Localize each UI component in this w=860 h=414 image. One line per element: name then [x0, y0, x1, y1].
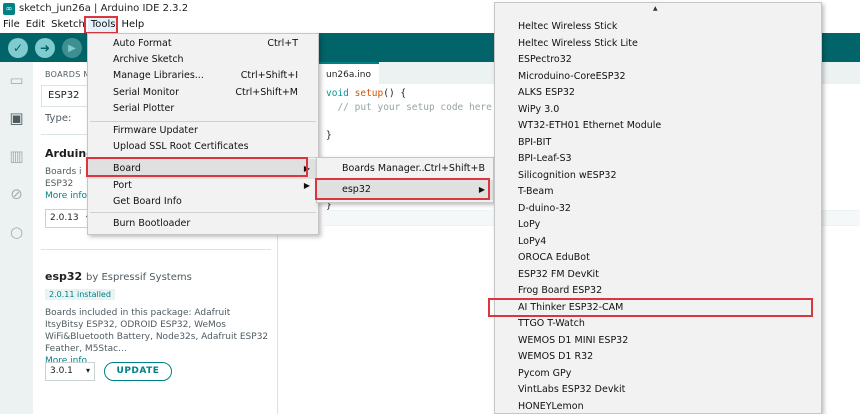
menu-item-label: Serial Plotter — [113, 103, 175, 114]
menu-item-label: Boards Manager... — [342, 163, 428, 174]
board-list-item[interactable]: Microduino-CoreESP32 — [518, 69, 626, 86]
menu-item-shortcut: Ctrl+Shift+B — [424, 163, 485, 174]
board-list-item[interactable]: LoPy — [518, 217, 540, 234]
tools-menu: Auto Format Ctrl+T Archive Sketch Manage … — [87, 33, 319, 235]
version-value: 3.0.1 — [50, 366, 73, 376]
verify-button[interactable]: ✓ — [8, 38, 28, 58]
debug-icon: ▶ — [68, 42, 76, 54]
menu-item-get-board-info[interactable]: Get Board Info — [88, 192, 318, 212]
card-desc-esp32: Boards included in this package: Adafrui… — [45, 307, 270, 367]
board-list-item[interactable]: Heltec Wireless Stick Lite — [518, 36, 638, 53]
menu-separator — [90, 212, 316, 213]
menu-item-serial-plotter[interactable]: Serial Plotter — [88, 99, 318, 119]
board-list-item[interactable]: ALKS ESP32 — [518, 85, 575, 102]
board-list-item[interactable]: OROCA EduBot — [518, 250, 590, 267]
board-list-item[interactable]: D-duino-32 — [518, 201, 571, 218]
board-list-item[interactable]: BPI-Leaf-S3 — [518, 151, 572, 168]
version-value: 2.0.13 — [50, 213, 79, 223]
folder-icon[interactable]: ▭ — [8, 72, 25, 89]
board-list-item[interactable]: WT32-ETH01 Ethernet Module — [518, 118, 661, 135]
menu-edit[interactable]: Edit — [23, 18, 48, 32]
esp32-item-highlight — [315, 178, 490, 200]
search-value: ESP32 — [48, 90, 80, 101]
menu-item-boards-manager[interactable]: Boards Manager... Ctrl+Shift+B — [317, 159, 493, 179]
arrow-right-icon: ➜ — [39, 41, 51, 55]
board-list-item[interactable]: VintLabs ESP32 Devkit — [518, 382, 625, 399]
board-list-item[interactable]: T-Beam — [518, 184, 553, 201]
check-icon: ✓ — [12, 41, 24, 55]
arduino-logo-icon: ∞ — [3, 2, 15, 15]
menu-file[interactable]: File — [0, 18, 23, 32]
board-list-item[interactable]: LoPy4 — [518, 234, 546, 251]
card-desc-text: Boards included in this package: Adafrui… — [45, 308, 269, 354]
board-list-item[interactable]: HONEYLemon — [518, 399, 584, 414]
tab-sketch[interactable]: un26a.ino — [318, 62, 379, 84]
board-list-item[interactable]: BPI-BIT — [518, 135, 551, 152]
panel-title: BOARDS M — [45, 70, 91, 79]
board-list-item[interactable]: WEMOS D1 MINI ESP32 — [518, 333, 628, 350]
board-list-item[interactable]: WEMOS D1 R32 — [518, 349, 593, 366]
board-list-item[interactable]: Heltec Wireless Stick — [518, 19, 617, 36]
tools-menu-highlight — [84, 16, 118, 34]
type-label: Type: — [45, 113, 72, 124]
code-line-2: // put your setup code here — [326, 102, 492, 113]
menu-item-label: Upload SSL Root Certificates — [113, 141, 249, 152]
debug-icon[interactable]: ⊘ — [8, 186, 25, 203]
esp32-board-list: ▲ Heltec Wireless Stick Heltec Wireless S… — [494, 2, 822, 414]
menu-item-burn-bootloader[interactable]: Burn Bootloader — [88, 214, 318, 234]
library-icon[interactable]: ▥ — [8, 148, 25, 165]
boards-icon[interactable]: ▣ — [8, 110, 25, 127]
ai-thinker-highlight — [488, 298, 813, 317]
upload-button[interactable]: ➜ — [35, 38, 55, 58]
scroll-up-icon[interactable]: ▲ — [653, 5, 658, 12]
chevron-down-icon: ▾ — [85, 366, 90, 375]
divider — [41, 249, 271, 250]
installed-badge: 2.0.11 installed — [45, 289, 115, 300]
board-list-item[interactable]: Pycom GPy — [518, 366, 571, 383]
menu-item-upload-ssl[interactable]: Upload SSL Root Certificates — [88, 137, 318, 157]
menu-item-label: Get Board Info — [113, 196, 182, 207]
search-icon[interactable]: ○ — [8, 224, 25, 241]
debug-button[interactable]: ▶ — [62, 38, 82, 58]
code-line-4: } — [326, 130, 332, 141]
menu-help[interactable]: Help — [118, 18, 147, 32]
update-button[interactable]: UPDATE — [104, 362, 172, 381]
board-author: by Espressif Systems — [86, 272, 192, 283]
board-list-item[interactable]: Silicognition wESP32 — [518, 168, 617, 185]
board-list-item[interactable]: ESP32 FM DevKit — [518, 267, 599, 284]
menu-sketch[interactable]: Sketch — [48, 18, 88, 32]
version-select-esp32[interactable]: 3.0.1 ▾ — [45, 362, 95, 381]
board-name: esp32 — [45, 270, 83, 283]
board-list-item[interactable]: WiPy 3.0 — [518, 102, 559, 119]
board-item-highlight — [86, 157, 308, 177]
sidebar-rail: ▭ ▣ ▥ ⊘ ○ — [0, 62, 33, 414]
board-list-item[interactable]: ESPectro32 — [518, 52, 572, 69]
card-title-esp32: esp32 by Espressif Systems — [45, 270, 192, 283]
board-list-item[interactable]: TTGO T-Watch — [518, 316, 585, 333]
code-line-1: void setup() { — [326, 88, 407, 99]
window-title: sketch_jun26a | Arduino IDE 2.3.2 — [19, 3, 189, 14]
menu-item-label: Burn Bootloader — [113, 218, 191, 229]
